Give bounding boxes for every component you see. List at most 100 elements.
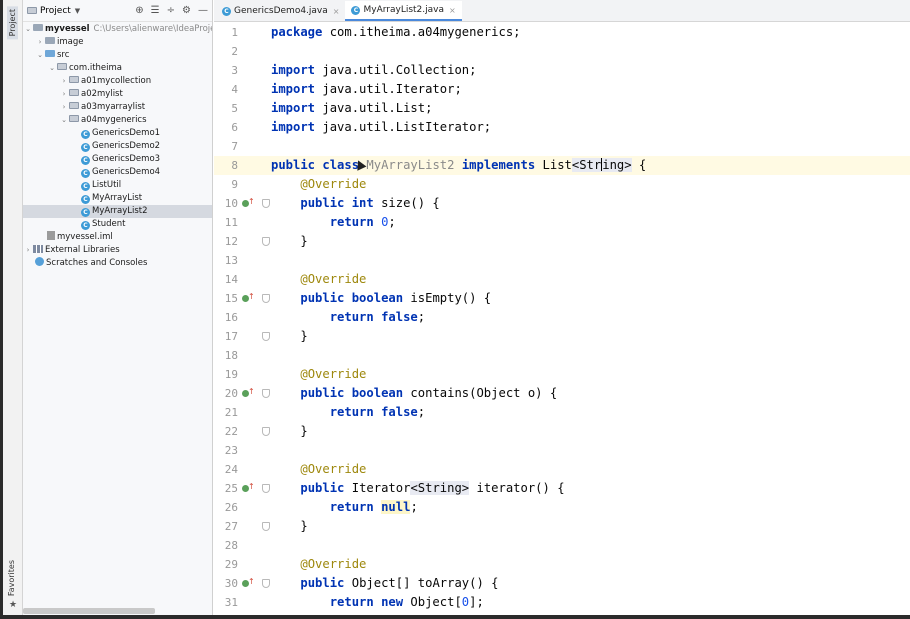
close-icon[interactable]: × [449,6,456,15]
chevron-right-icon[interactable]: › [35,36,45,49]
tree-item-com-itheima[interactable]: ⌄ com.itheima [23,62,212,75]
tree-item-a03myarraylist[interactable]: › a03myarraylist [23,101,212,114]
code-line: 1 package com.itheima.a04mygenerics; [214,23,910,42]
project-view-icon [27,7,37,14]
fold-marker-icon[interactable] [262,237,270,246]
expand-all-icon[interactable]: ☰ [151,5,160,16]
fold-marker-icon[interactable] [262,332,270,341]
chevron-down-icon[interactable]: ⌄ [23,23,33,36]
code-line: 23 [214,441,910,460]
tree-item-label: GenericsDemo4 [92,167,161,177]
collapse-all-icon[interactable]: ÷ [167,5,175,16]
code-line: 19 @Override [214,365,910,384]
tree-item-a02mylist[interactable]: › a02mylist [23,88,212,101]
code-text: public boolean contains(Object o) { [300,386,558,400]
fold-marker-icon[interactable] [262,199,270,208]
line-number: 13 [224,254,238,267]
hide-icon[interactable]: — [198,5,208,16]
tree-item-genericsdemo1[interactable]: C GenericsDemo1 [23,127,212,140]
tree-item-external-libraries[interactable]: › External Libraries [23,244,212,257]
chevron-right-icon[interactable]: › [59,88,69,101]
project-stripe-tab[interactable]: Project [7,6,18,40]
text-cursor [601,158,603,171]
import-path: java.util.Iterator; [322,82,462,96]
code-editor[interactable]: 1 package com.itheima.a04mygenerics; 2 3… [214,22,910,615]
horizontal-scrollbar[interactable] [23,608,155,614]
favorites-stripe-tab[interactable]: Favorites [7,560,16,596]
tree-item-label: image [57,37,84,47]
fold-marker-icon[interactable] [262,294,270,303]
class-icon: C [81,195,90,204]
code-text: @Override [271,460,366,479]
tree-item-image[interactable]: › image [23,36,212,49]
fold-marker-icon[interactable] [262,579,270,588]
fold-marker-icon[interactable] [262,522,270,531]
code-line: 27 } [214,517,910,536]
tree-item-student[interactable]: C Student [23,218,212,231]
implements-method-icon[interactable]: ↑ [242,293,255,303]
code-text: public class MyArrayList2 implements Lis… [271,158,647,172]
code-line: 31 return new Object[0]; [214,593,910,612]
code-line: 5 import java.util.List; [214,99,910,118]
tree-item-genericsdemo3[interactable]: C GenericsDemo3 [23,153,212,166]
folder-icon [45,37,55,44]
tree-item-label: a01mycollection [81,76,152,86]
tab-myarraylist2[interactable]: C MyArrayList2.java × [345,1,462,21]
locate-icon[interactable]: ⊕ [135,5,143,16]
line-number: 31 [224,596,238,609]
tree-item-genericsdemo4[interactable]: C GenericsDemo4 [23,166,212,179]
chevron-right-icon[interactable]: › [59,75,69,88]
line-number: 22 [224,425,238,438]
tree-item-label: GenericsDemo2 [92,141,161,151]
line-number: 5 [231,102,238,115]
line-number: 14 [224,273,238,286]
implements-method-icon[interactable]: ↑ [242,198,255,208]
code-text: return false; [329,310,426,324]
editor-tabs: C GenericsDemo4.java × C MyArrayList2.ja… [214,0,910,22]
tab-genericsdemo4[interactable]: C GenericsDemo4.java × [216,1,345,21]
tree-item-a01mycollection[interactable]: › a01mycollection [23,75,212,88]
tree-item-genericsdemo2[interactable]: C GenericsDemo2 [23,140,212,153]
line-number: 3 [231,64,238,77]
line-number: 15 [224,292,238,305]
implements-method-icon[interactable]: ↑ [242,578,255,588]
chevron-down-icon[interactable]: ⌄ [35,49,45,62]
chevron-down-icon[interactable]: ⌄ [59,114,69,127]
code-line: 22 } [214,422,910,441]
tree-item-myarraylist2[interactable]: C MyArrayList2 [23,205,212,218]
project-view-selector[interactable]: Project [40,6,71,16]
chevron-right-icon[interactable]: › [59,101,69,114]
line-number: 6 [231,121,238,134]
tree-item-myvessel-iml[interactable]: myvessel.iml [23,231,212,244]
fold-marker-icon[interactable] [262,484,270,493]
line-number: 12 [224,235,238,248]
code-text: public Iterator<String> iterator() { [300,481,565,495]
implements-method-icon[interactable]: ↑ [242,388,255,398]
fold-marker-icon[interactable] [262,427,270,436]
tree-item-label: GenericsDemo3 [92,154,161,164]
code-line: 24 @Override [214,460,910,479]
chevron-right-icon[interactable]: › [23,244,33,257]
chevron-down-icon[interactable]: ▼ [75,7,80,15]
implements-method-icon[interactable]: ↑ [242,483,255,493]
code-line-current: 8 public class MyArrayList2 implements L… [214,156,910,175]
code-text: public int size() { [300,196,440,210]
line-number: 25 [224,482,238,495]
chevron-down-icon[interactable]: ⌄ [47,62,57,75]
tree-item-a04mygenerics[interactable]: ⌄ a04mygenerics [23,114,212,127]
code-line: 26 return null; [214,498,910,517]
close-icon[interactable]: × [333,7,340,16]
code-line: 29 @Override [214,555,910,574]
tree-item-listutil[interactable]: C ListUtil [23,179,212,192]
tree-item-scratches[interactable]: Scratches and Consoles [23,257,212,270]
gear-icon[interactable]: ⚙ [182,5,191,16]
import-path: java.util.Collection; [322,63,477,77]
code-text: } [271,329,308,343]
tree-item-src[interactable]: ⌄ src [23,49,212,62]
annotation: @Override [300,272,367,286]
code-line: 10 ↑ public int size() { [214,194,910,213]
class-icon: C [351,5,361,15]
tree-item-myvessel[interactable]: ⌄ myvesselC:\Users\alienware\IdeaProjects… [23,23,212,36]
fold-marker-icon[interactable] [262,389,270,398]
tree-item-myarraylist[interactable]: C MyArrayList [23,192,212,205]
